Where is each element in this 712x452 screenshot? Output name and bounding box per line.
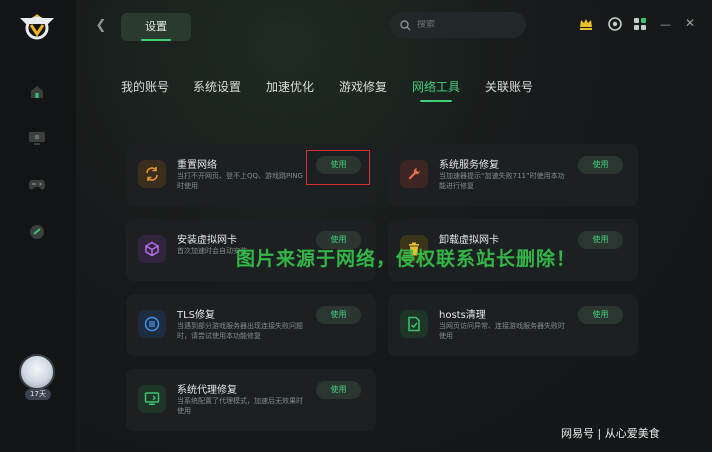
tab-system-settings[interactable]: 系统设置 (193, 78, 241, 95)
sidebar: 17天 (0, 0, 76, 452)
search-box[interactable] (390, 12, 526, 38)
title-underline (141, 39, 171, 41)
tab-my-account[interactable]: 我的账号 (121, 78, 169, 95)
monitor-nav-icon[interactable] (27, 128, 47, 148)
search-icon (400, 19, 411, 30)
minimize-icon[interactable]: — (660, 18, 671, 31)
card-desc: 当系统配置了代理模式，加速后无效果时使用 (177, 397, 303, 415)
card-system-proxy-repair: 系统代理修复 当系统配置了代理模式，加速后无效果时使用 使用 (126, 369, 376, 431)
app-window: 17天 ❮ 设置 — ✕ 我的账号 系统设置 加速优化 游戏修复 网络工具 关联… (0, 0, 712, 452)
monitor-icon (138, 385, 166, 413)
crown-icon[interactable] (578, 16, 594, 32)
gamepad-icon[interactable] (27, 175, 47, 195)
tab-network-tools[interactable]: 网络工具 (412, 78, 460, 95)
card-system-service-repair: 系统服务修复 当加速器提示“加速失败711”时使用本功能进行修复 使用 (388, 144, 638, 206)
card-desc: 当网页访问异常、连接游戏服务器失败时使用 (439, 322, 565, 340)
card-title: hosts清理 (439, 310, 486, 321)
close-icon[interactable]: ✕ (685, 16, 695, 30)
app-logo-icon (20, 14, 54, 40)
highlight-box (306, 150, 370, 185)
card-desc: 当打不开网页、登不上QQ、游戏跳PING时使用 (177, 172, 303, 190)
tls-icon (138, 310, 166, 338)
avatar[interactable] (19, 354, 55, 390)
card-title: TLS修复 (177, 310, 216, 321)
home-icon[interactable] (27, 82, 47, 102)
card-title: 系统服务修复 (439, 160, 499, 171)
doc-check-icon (400, 310, 428, 338)
source-tag: 网易号 | 从心爱美食 (561, 427, 660, 440)
active-tab-underline (420, 100, 452, 102)
tab-game-repair[interactable]: 游戏修复 (339, 78, 387, 95)
search-input[interactable] (417, 20, 517, 30)
back-icon[interactable]: ❮ (93, 18, 109, 34)
cube-icon (138, 235, 166, 263)
avatar-badge: 17天 (25, 389, 51, 400)
use-button-system-service-repair[interactable]: 使用 (578, 156, 623, 174)
settings-ring-icon[interactable] (607, 16, 623, 32)
card-desc: 当遇到部分游戏服务器出现连接失败问题时，请尝试使用本功能修复 (177, 322, 303, 340)
refresh-icon (138, 160, 166, 188)
card-title: 安装虚拟网卡 (177, 235, 237, 246)
watermark-text: 图片来源于网络，侵权联系站长删除！ (236, 248, 577, 270)
card-hosts-cleanup: hosts清理 当网页访问异常、连接游戏服务器失败时使用 使用 (388, 294, 638, 356)
tab-linked-accounts[interactable]: 关联账号 (485, 78, 533, 95)
card-desc: 当加速器提示“加速失败711”时使用本功能进行修复 (439, 172, 565, 190)
grid-apps-icon[interactable] (632, 16, 648, 32)
wrench-icon (400, 160, 428, 188)
tab-accel-optimize[interactable]: 加速优化 (266, 78, 314, 95)
card-title: 系统代理修复 (177, 385, 237, 396)
use-button-system-proxy-repair[interactable]: 使用 (316, 381, 361, 399)
speed-icon[interactable] (27, 222, 47, 242)
page-title: 设置 (121, 13, 191, 41)
use-button-tls-repair[interactable]: 使用 (316, 306, 361, 324)
use-button-hosts-cleanup[interactable]: 使用 (578, 306, 623, 324)
use-button-uninstall-virtual-nic[interactable]: 使用 (578, 231, 623, 249)
card-title: 重置网络 (177, 160, 217, 171)
card-tls-repair: TLS修复 当遇到部分游戏服务器出现连接失败问题时，请尝试使用本功能修复 使用 (126, 294, 376, 356)
